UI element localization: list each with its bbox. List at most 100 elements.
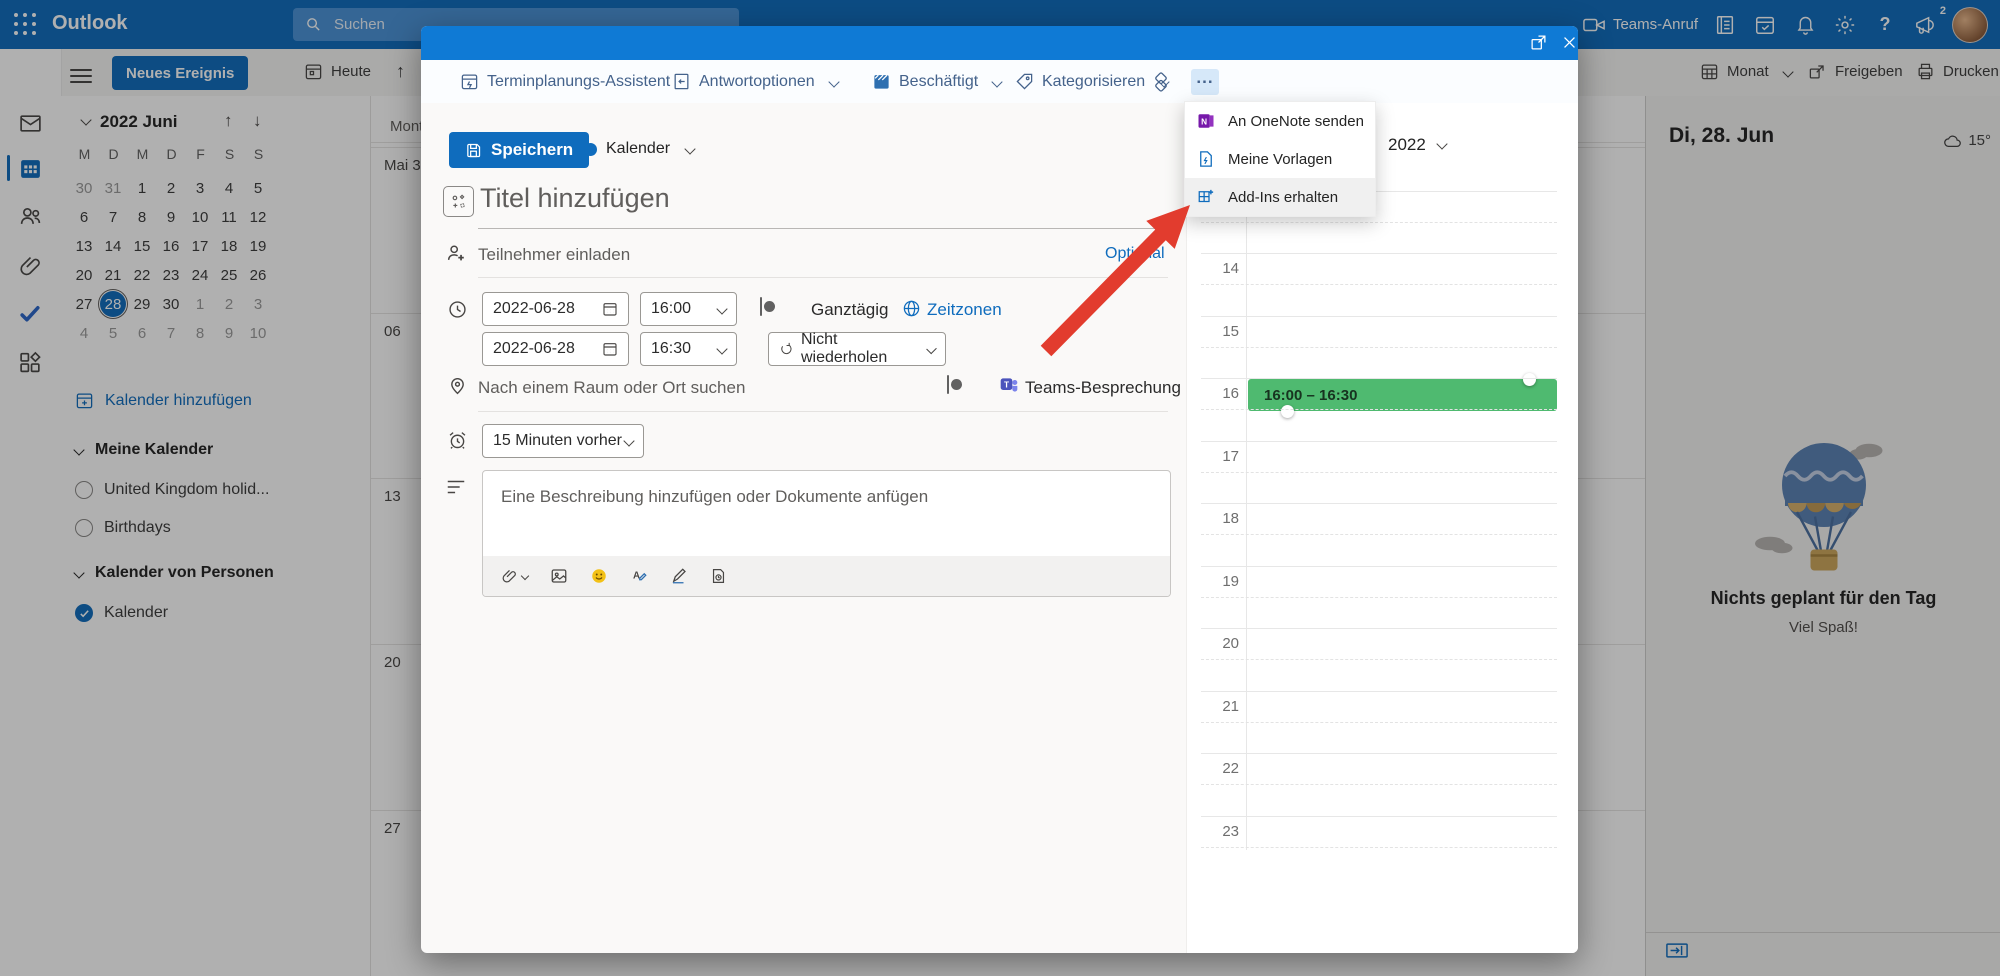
invite-attendees-icon (445, 242, 467, 264)
response-options-icon (672, 72, 691, 91)
teams-logo-icon: T (999, 375, 1019, 395)
hour-label: 21 (1201, 698, 1239, 715)
half-hour-line (1201, 534, 1557, 535)
chevron-down-icon (716, 343, 727, 354)
teams-meeting-toggle[interactable] (947, 375, 949, 394)
busy-status-button[interactable]: Beschäftigt (872, 60, 1001, 103)
hour-label: 23 (1201, 823, 1239, 840)
hour-label: 14 (1201, 260, 1239, 277)
dialog-toolbar: Terminplanungs-Assistent Antwortoptionen… (421, 60, 1578, 103)
half-hour-line (1201, 284, 1557, 285)
optional-attendees-link[interactable]: Optional (1105, 245, 1165, 263)
busy-status-icon (872, 72, 891, 91)
description-lines-icon (445, 478, 467, 496)
chevron-down-icon (1436, 138, 1447, 149)
hour-line (1201, 628, 1557, 629)
hour-line (1201, 816, 1557, 817)
attach-file-icon[interactable] (501, 568, 528, 585)
response-options-button[interactable]: Antwortoptionen (672, 60, 838, 103)
close-icon[interactable] (1561, 34, 1578, 52)
half-hour-line (1201, 347, 1557, 348)
more-options-button[interactable]: ... (1191, 69, 1219, 95)
event-title-input[interactable] (478, 182, 1142, 215)
description-toolbar: A (483, 556, 1170, 596)
location-field[interactable]: Nach einem Raum oder Ort suchen (478, 378, 745, 398)
svg-text:N: N (1201, 117, 1207, 126)
half-hour-line (1201, 222, 1557, 223)
reminder-alarm-icon (447, 430, 468, 451)
all-day-toggle[interactable] (760, 297, 762, 316)
location-pin-icon (447, 375, 468, 396)
svg-text:A: A (633, 570, 640, 581)
charm-picker-button[interactable] (443, 186, 474, 217)
hour-label: 15 (1201, 323, 1239, 340)
day-time-grid: 16:00 – 16:30 14151617181920212223 (1201, 166, 1557, 946)
save-button[interactable]: Speichern (449, 132, 589, 168)
globe-icon (902, 299, 921, 318)
scheduling-assistant-button[interactable]: Terminplanungs-Assistent (460, 60, 670, 103)
date-picker-icon (602, 301, 618, 317)
half-hour-line (1201, 472, 1557, 473)
description-placeholder: Eine Beschreibung hinzufügen oder Dokume… (501, 487, 928, 507)
description-editor[interactable]: Eine Beschreibung hinzufügen oder Dokume… (482, 470, 1171, 597)
date-picker-icon (602, 341, 618, 357)
menu-item-my-templates[interactable]: Meine Vorlagen (1185, 140, 1375, 178)
teams-meeting-label: Teams-Besprechung (1025, 378, 1181, 398)
half-hour-line (1201, 847, 1557, 848)
reminder-select[interactable]: 15 Minuten vorher (482, 424, 644, 458)
event-resize-handle-top[interactable] (1523, 373, 1536, 386)
repeat-icon (779, 341, 793, 357)
calendar-color-dot (584, 143, 597, 156)
attendees-underline (478, 277, 1168, 278)
event-block[interactable]: 16:00 – 16:30 (1248, 379, 1557, 411)
time-gutter-divider (1246, 190, 1247, 850)
hour-line (1201, 566, 1557, 567)
timezones-link[interactable]: Zeitzonen (927, 300, 1002, 320)
half-hour-line (1201, 722, 1557, 723)
all-day-label: Ganztägig (811, 300, 889, 320)
menu-item-get-addins[interactable]: Add-Ins erhalten (1185, 178, 1375, 216)
onenote-icon: N (1197, 112, 1215, 130)
hour-label: 17 (1201, 448, 1239, 465)
half-hour-line (1201, 597, 1557, 598)
event-editor-dialog: Terminplanungs-Assistent Antwortoptionen… (421, 26, 1578, 953)
day-panel-date-selector[interactable]: 2022 (1388, 135, 1446, 155)
hour-line (1201, 691, 1557, 692)
chevron-down-icon (991, 76, 1002, 87)
hour-line (1201, 253, 1557, 254)
emoji-icon[interactable] (590, 567, 608, 585)
calendar-selector[interactable]: Kalender (584, 140, 694, 158)
half-hour-line (1201, 409, 1557, 410)
title-underline (478, 228, 1168, 229)
draw-pen-icon[interactable] (670, 567, 688, 585)
event-resize-handle-bottom[interactable] (1281, 405, 1294, 418)
hour-label: 20 (1201, 635, 1239, 652)
dialog-day-preview: 2022 16:00 – 16:30 14151617181920212223 (1186, 103, 1578, 953)
tag-icon (1015, 72, 1034, 91)
hour-line (1201, 503, 1557, 504)
categorize-button[interactable]: Kategorisieren (1015, 60, 1168, 103)
document-schedule-icon[interactable] (710, 567, 727, 585)
highlight-icon[interactable]: A (630, 567, 648, 585)
hour-label: 22 (1201, 760, 1239, 777)
dialog-titlebar[interactable] (421, 26, 1578, 60)
menu-item-send-to-onenote[interactable]: N An OneNote senden (1185, 102, 1375, 140)
half-hour-line (1201, 784, 1557, 785)
recurrence-select[interactable]: Nicht wiederholen (768, 332, 946, 366)
popout-icon[interactable] (1530, 34, 1548, 52)
hour-line (1201, 753, 1557, 754)
hour-label: 18 (1201, 510, 1239, 527)
chevron-down-icon (926, 344, 937, 355)
outlook-calendar-app: Outlook Teams-Anruf ? 2 Neues Ereignis (0, 0, 2000, 976)
invite-attendees-field[interactable]: Teilnehmer einladen (478, 245, 630, 265)
end-time-select[interactable]: 16:30 (640, 332, 737, 366)
templates-icon (1197, 150, 1215, 168)
chevron-down-icon (521, 572, 529, 580)
location-underline (478, 411, 1168, 412)
start-date-field[interactable]: 2022-06-28 (482, 292, 629, 326)
chevron-down-icon (828, 76, 839, 87)
start-time-select[interactable]: 16:00 (640, 292, 737, 326)
end-date-field[interactable]: 2022-06-28 (482, 332, 629, 366)
insert-image-icon[interactable] (550, 567, 568, 585)
meeting-options-icon[interactable] (1151, 60, 1171, 103)
